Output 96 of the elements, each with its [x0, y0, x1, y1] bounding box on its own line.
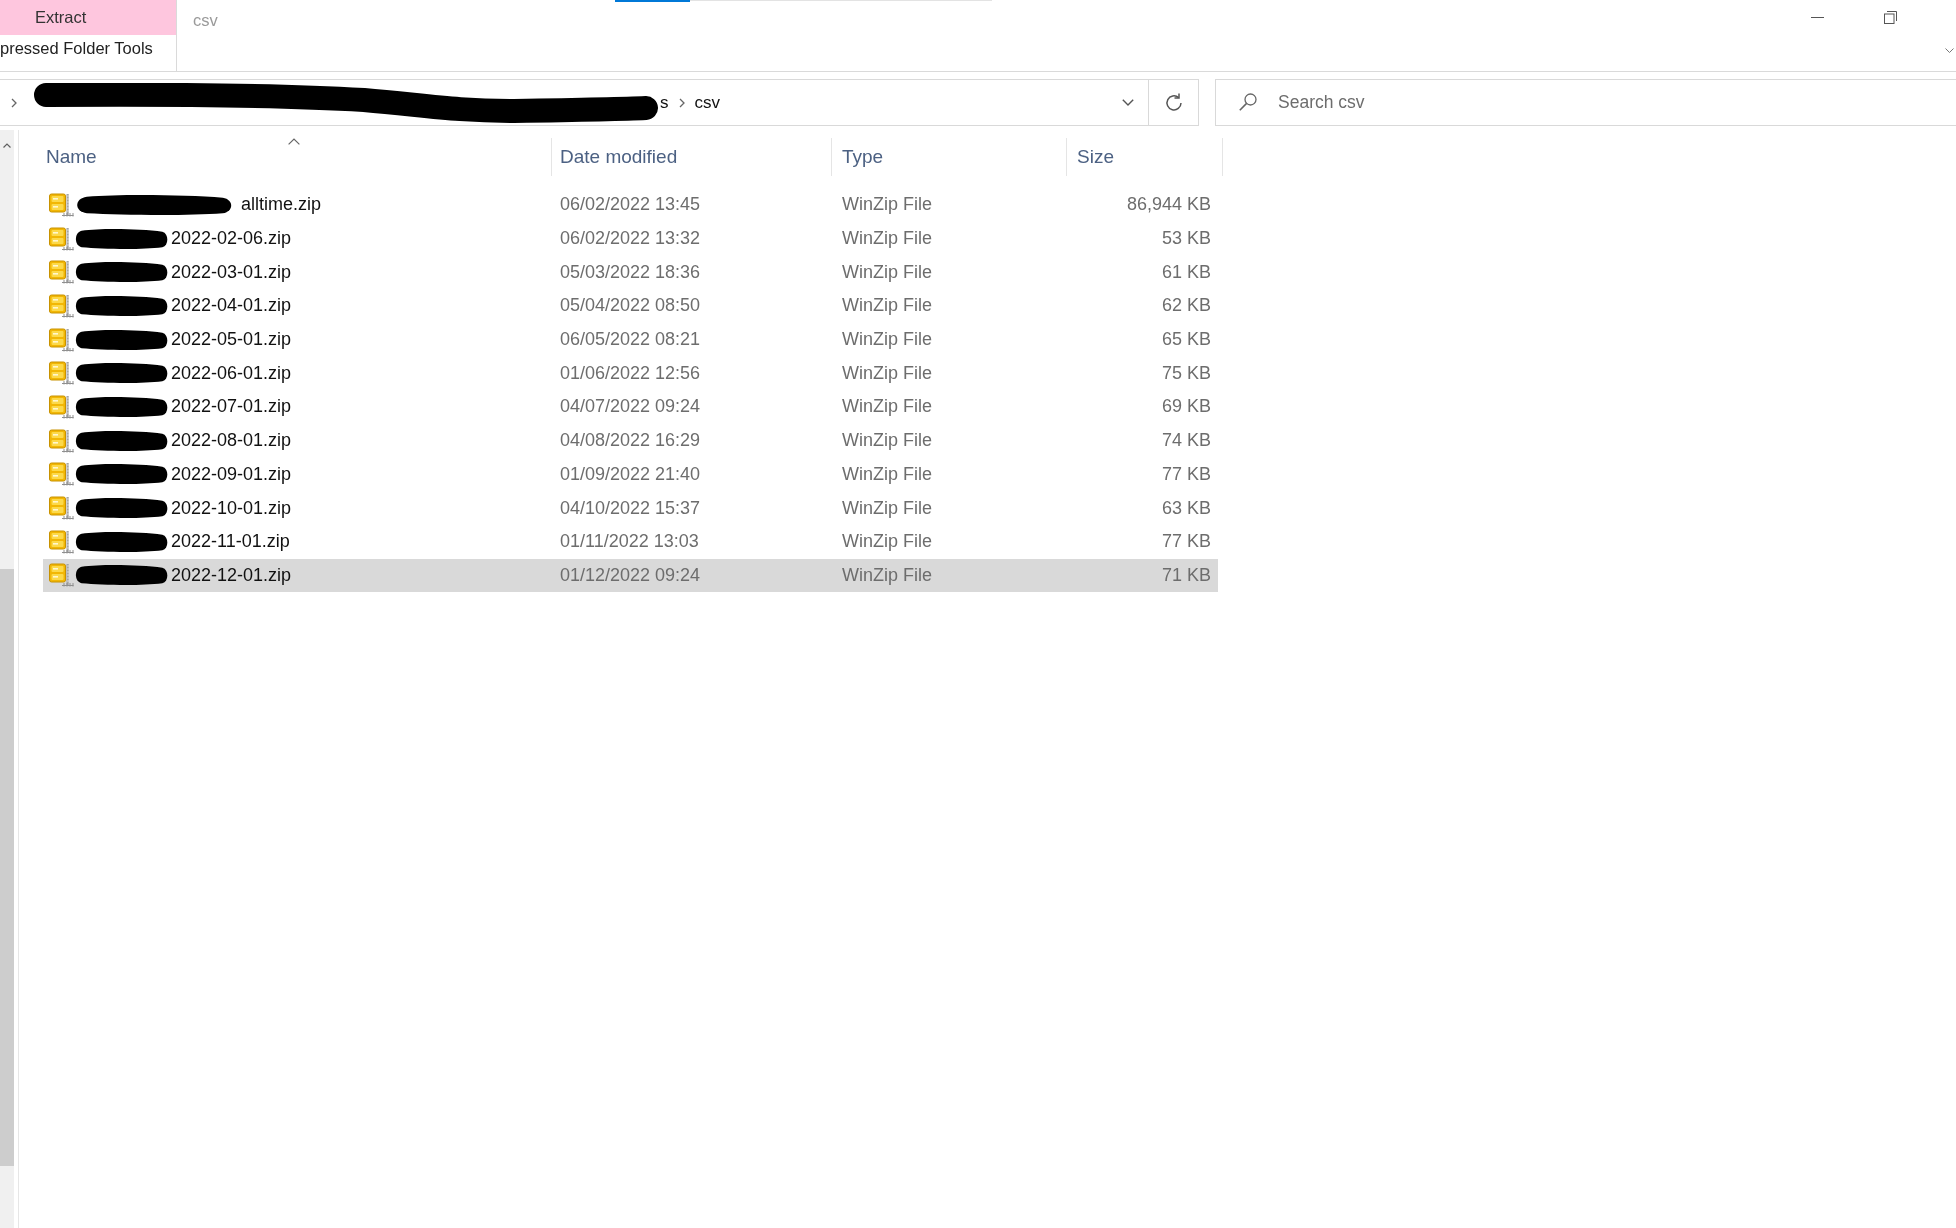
modified-date: 06/02/2022 13:32 [559, 227, 702, 251]
file-size: 74 KB [1160, 429, 1212, 453]
file-type: WinZip File [841, 361, 933, 385]
zip-archive-icon [49, 226, 74, 251]
address-bar[interactable]: s csv [0, 79, 1149, 126]
column-header[interactable]: Date modified [552, 138, 832, 176]
modified-date: 01/12/2022 09:24 [559, 563, 702, 587]
zip-archive-icon [49, 394, 74, 419]
file-name: 2022-11-01.zip [171, 530, 290, 554]
file-row[interactable]: 2022-05-01.zip 06/05/2022 08:21 WinZip File 65 KB [43, 322, 1218, 357]
file-type: WinZip File [841, 496, 933, 520]
file-type: WinZip File [841, 462, 933, 486]
modified-date: 01/09/2022 21:40 [559, 462, 702, 486]
column-header[interactable]: Size [1067, 138, 1223, 176]
modified-date: 05/04/2022 08:50 [559, 294, 702, 318]
file-row[interactable]: alltime.zip 06/02/2022 13:45 WinZip File 86,944 KB [43, 188, 1218, 222]
scrollbar-thumb[interactable] [0, 569, 14, 1166]
file-name: alltime.zip [241, 193, 322, 217]
file-size: 61 KB [1160, 260, 1212, 284]
file-row[interactable]: 2022-12-01.zip 01/12/2022 09:24 WinZip File 71 KB [43, 558, 1218, 593]
zip-archive-icon [49, 529, 74, 554]
file-name: 2022-08-01.zip [171, 429, 292, 453]
file-size: 75 KB [1160, 361, 1212, 385]
file-type: WinZip File [841, 395, 933, 419]
modified-date: 04/08/2022 16:29 [559, 429, 702, 453]
modified-date: 06/02/2022 13:45 [559, 193, 702, 217]
file-size: 62 KB [1160, 294, 1212, 318]
file-row[interactable]: 2022-06-01.zip 01/06/2022 12:56 WinZip File 75 KB [43, 356, 1218, 391]
file-size: 53 KB [1160, 227, 1212, 251]
column-header[interactable]: Type [832, 138, 1067, 176]
scrollbar-track[interactable] [0, 130, 14, 1228]
file-type: WinZip File [841, 193, 933, 217]
search-field[interactable]: Search csv [1215, 79, 1956, 126]
chevron-right-icon[interactable] [678, 97, 685, 108]
file-row[interactable]: 2022-08-01.zip 04/08/2022 16:29 WinZip File 74 KB [43, 423, 1218, 458]
breadcrumb-item[interactable]: csv [694, 89, 720, 116]
chevron-down-icon [1122, 99, 1134, 106]
address-dropdown-button[interactable] [1122, 99, 1134, 106]
file-type: WinZip File [841, 227, 933, 251]
file-size: 63 KB [1160, 496, 1212, 520]
ribbon-tab[interactable]: Extract [0, 0, 176, 35]
file-name: 2022-12-01.zip [171, 563, 292, 587]
file-row[interactable]: 2022-09-01.zip 01/09/2022 21:40 WinZip File 77 KB [43, 457, 1218, 492]
modified-date: 05/03/2022 18:36 [559, 260, 702, 284]
file-name: 2022-07-01.zip [171, 395, 292, 419]
file-size: 77 KB [1160, 530, 1212, 554]
file-size: 86,944 KB [1125, 193, 1212, 217]
zip-archive-icon [49, 428, 74, 453]
zip-archive-icon [49, 496, 74, 521]
zip-archive-icon [49, 293, 74, 318]
file-row[interactable]: 2022-03-01.zip 05/03/2022 18:36 WinZip File 61 KB [43, 255, 1218, 290]
modified-date: 06/05/2022 08:21 [559, 328, 702, 352]
file-name: 2022-02-06.zip [171, 227, 292, 251]
modified-date: 04/07/2022 09:24 [559, 395, 702, 419]
restore-icon [1884, 11, 1897, 24]
zip-archive-icon [49, 260, 74, 285]
file-type: WinZip File [841, 294, 933, 318]
zip-archive-icon [49, 327, 74, 352]
zip-archive-icon [49, 563, 74, 588]
breadcrumb-item[interactable]: s [660, 89, 669, 116]
file-name: 2022-10-01.zip [171, 496, 292, 520]
file-size: 69 KB [1160, 395, 1212, 419]
zip-archive-icon [49, 192, 74, 217]
file-name: 2022-05-01.zip [171, 328, 292, 352]
refresh-button[interactable] [1149, 79, 1199, 126]
refresh-icon [1164, 93, 1183, 112]
ribbon-group-label: pressed Folder Tools [0, 38, 154, 59]
file-name: 2022-03-01.zip [171, 260, 292, 284]
file-name: 2022-06-01.zip [171, 361, 292, 385]
file-type: WinZip File [841, 429, 933, 453]
file-name: 2022-09-01.zip [171, 462, 292, 486]
column-header[interactable]: Name [43, 138, 552, 176]
file-row[interactable]: 2022-11-01.zip 01/11/2022 13:03 WinZip File 77 KB [43, 524, 1218, 559]
file-row[interactable]: 2022-07-01.zip 04/07/2022 09:24 WinZip File 69 KB [43, 390, 1218, 424]
file-row[interactable]: 2022-02-06.zip 06/02/2022 13:32 WinZip File 53 KB [43, 221, 1218, 256]
modified-date: 01/06/2022 12:56 [559, 361, 702, 385]
file-row[interactable]: 2022-04-01.zip 05/04/2022 08:50 WinZip File 62 KB [43, 289, 1218, 323]
minimize-icon [1811, 17, 1824, 18]
expand-ribbon-icon[interactable] [1945, 48, 1954, 53]
file-size: 77 KB [1160, 462, 1212, 486]
file-type: WinZip File [841, 260, 933, 284]
file-type: WinZip File [841, 530, 933, 554]
file-row[interactable]: 2022-10-01.zip 04/10/2022 15:37 WinZip File 63 KB [43, 491, 1218, 525]
zip-archive-icon [49, 462, 74, 487]
file-type: WinZip File [841, 563, 933, 587]
file-size: 71 KB [1160, 563, 1212, 587]
file-size: 65 KB [1160, 328, 1212, 352]
window-title: csv [193, 10, 218, 31]
file-type: WinZip File [841, 328, 933, 352]
chevron-right-icon[interactable] [11, 97, 17, 108]
zip-archive-icon [49, 361, 74, 386]
scroll-up-icon[interactable] [3, 143, 11, 148]
file-name: 2022-04-01.zip [171, 294, 292, 318]
modified-date: 04/10/2022 15:37 [559, 496, 702, 520]
search-icon [1239, 93, 1257, 111]
modified-date: 01/11/2022 13:03 [559, 530, 700, 554]
